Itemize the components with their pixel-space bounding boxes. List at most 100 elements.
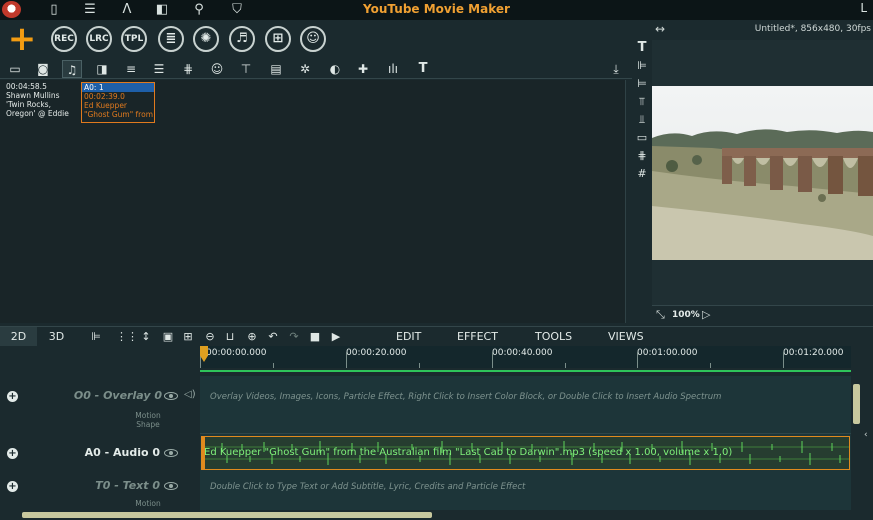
- zoom-out-icon[interactable]: ⊖: [202, 329, 218, 345]
- tab-2d[interactable]: 2D: [0, 327, 37, 347]
- ruler-label: 00:00:40.000: [492, 348, 553, 358]
- add-text-track-icon[interactable]: +: [7, 481, 18, 492]
- menu-edit[interactable]: EDIT: [396, 330, 421, 343]
- video-preview[interactable]: [652, 40, 873, 308]
- align-bottom-icon[interactable]: ⫫: [634, 112, 650, 128]
- timeline-vertical-scrollbar[interactable]: [851, 346, 863, 516]
- overlay-track-name[interactable]: O0 - Overlay 0: [74, 389, 162, 402]
- timeline-ruler[interactable]: 00:00:00.000 00:00:20.000 00:00:40.000 0…: [200, 346, 851, 368]
- text-track-lane[interactable]: Double Click to Type Text or Add Subtitl…: [200, 474, 851, 510]
- media-item-duration: 00:02:39.0: [84, 92, 125, 101]
- media-item-selected[interactable]: A0: 1 00:02:39.0 Ed Kuepper "Ghost Gum" …: [81, 82, 155, 123]
- title-tab-icon[interactable]: T: [413, 60, 433, 78]
- spectrum-tab-icon[interactable]: ılı: [383, 60, 403, 78]
- ruler-label: 00:00:20.000: [346, 348, 407, 358]
- text-tab-icon[interactable]: ≡: [121, 60, 141, 78]
- zoom-in-icon[interactable]: ⊕: [244, 329, 260, 345]
- pin-tab-icon[interactable]: ⊤: [236, 60, 256, 78]
- speaker-icon[interactable]: ◁): [184, 389, 196, 400]
- media-item-duration: 00:04:58.5: [6, 82, 47, 91]
- hash-icon[interactable]: #: [634, 166, 650, 182]
- visibility-eye-icon[interactable]: [164, 482, 178, 490]
- subtitle-button[interactable]: ⊞: [265, 26, 291, 52]
- add-media-button[interactable]: +: [7, 22, 37, 56]
- overlay-track-hint: Overlay Videos, Images, Icons, Particle …: [210, 392, 722, 402]
- media-item-title: Ed Kuepper: [84, 101, 128, 110]
- media-item-title: Shawn Mullins: [6, 91, 60, 100]
- tab-3d[interactable]: 3D: [38, 327, 75, 347]
- motion-label[interactable]: Motion: [128, 499, 168, 508]
- timeline-toolbar: 2D 3D ⊫ ⋮⋮ ↕ ▣ ⊞ ⊖ ⊔ ⊕ ↶ ↷ ■ ▶ EDIT EFFE…: [0, 326, 873, 347]
- visibility-eye-icon[interactable]: [164, 392, 178, 400]
- grid-icon[interactable]: ⋮⋮: [116, 329, 138, 345]
- scroll-thumb[interactable]: [22, 512, 432, 518]
- audio-clip-name: Ed Kuepper "Ghost Gum" from the Australi…: [204, 447, 733, 458]
- scroll-thumb[interactable]: [853, 384, 860, 424]
- motion-label[interactable]: Motion: [128, 411, 168, 420]
- media-library: 00:04:58.5 Shawn Mullins 'Twin Rocks, Or…: [0, 80, 626, 323]
- shrink-icon[interactable]: ⤡: [656, 308, 665, 322]
- redo-icon[interactable]: ↷: [286, 329, 302, 345]
- text-tool-icon[interactable]: T: [634, 40, 650, 56]
- music-button[interactable]: ♬: [229, 26, 255, 52]
- timeline-range-line: [200, 370, 851, 372]
- shape-label[interactable]: Shape: [128, 420, 168, 429]
- list-tab-icon[interactable]: ☰: [149, 60, 169, 78]
- text-track-hint: Double Click to Type Text or Add Subtitl…: [210, 482, 526, 492]
- align-top-icon[interactable]: ⫪: [634, 94, 650, 110]
- camera-tab-icon[interactable]: ◙: [33, 60, 53, 78]
- align-right-icon[interactable]: ⊨: [634, 76, 650, 92]
- grid-icon[interactable]: ⋕: [634, 148, 650, 164]
- vertical-resize-icon[interactable]: ↕: [138, 329, 154, 345]
- undo-icon[interactable]: ↶: [265, 329, 281, 345]
- frame-icon[interactable]: ▣: [160, 329, 176, 345]
- ruler-label: 00:00:00.000: [206, 348, 267, 358]
- media-item-title: "Ghost Gum" from: [84, 110, 153, 119]
- fit-icon[interactable]: ⊔: [222, 329, 238, 345]
- download-icon[interactable]: ⤓: [606, 60, 626, 78]
- split-icon[interactable]: ⊞: [180, 329, 196, 345]
- stop-icon[interactable]: ■: [307, 329, 323, 345]
- resize-arrows-icon[interactable]: ↔: [655, 22, 665, 36]
- particle-tab-icon[interactable]: ✲: [295, 60, 315, 78]
- menu-views[interactable]: VIEWS: [608, 330, 644, 343]
- text-track-name[interactable]: T0 - Text 0: [95, 479, 160, 492]
- zoom-level[interactable]: 100%: [672, 310, 700, 320]
- menu-effect[interactable]: EFFECT: [457, 330, 498, 343]
- add-audio-track-icon[interactable]: +: [7, 448, 18, 459]
- main-toolbar: + REC LRC TPL ≣ ✺ ♬ ⊞ ☺: [0, 20, 632, 60]
- list-button[interactable]: ≣: [158, 26, 184, 52]
- puzzle-tab-icon[interactable]: ✚: [353, 60, 373, 78]
- account-button[interactable]: ☺: [300, 26, 326, 52]
- collapse-chevron-icon[interactable]: ‹: [864, 430, 868, 440]
- visibility-eye-icon[interactable]: [164, 449, 178, 457]
- media-item-track: A0: 1: [82, 83, 154, 92]
- emoji-tab-icon[interactable]: ☺: [207, 60, 227, 78]
- media-item[interactable]: 00:04:58.5 Shawn Mullins 'Twin Rocks, Or…: [4, 82, 78, 123]
- subtitle-tab-icon[interactable]: ⋕: [178, 60, 198, 78]
- settings-button[interactable]: ✺: [193, 26, 219, 52]
- play-preview-icon[interactable]: ▷: [702, 308, 710, 321]
- align-icon[interactable]: ⊫: [88, 329, 104, 345]
- align-toolbar: T ⊫ ⊨ ⫪ ⫫ ▭ ⋕ #: [632, 38, 652, 323]
- ruler-label: 00:01:00.000: [637, 348, 698, 358]
- video-tab-icon[interactable]: ▭: [5, 60, 25, 78]
- timeline-horizontal-scrollbar[interactable]: [0, 510, 851, 520]
- overlay-track-lane[interactable]: Overlay Videos, Images, Icons, Particle …: [200, 376, 851, 434]
- menu-tools[interactable]: TOOLS: [535, 330, 572, 343]
- ruler-label: 00:01:20.000: [783, 348, 844, 358]
- play-icon[interactable]: ▶: [328, 329, 344, 345]
- minimize-icon[interactable]: L: [860, 1, 867, 15]
- align-left-icon[interactable]: ⊫: [634, 58, 650, 74]
- tpl-button[interactable]: TPL: [121, 26, 147, 52]
- frame-icon[interactable]: ▭: [634, 130, 650, 146]
- film-tab-icon[interactable]: ▤: [266, 60, 286, 78]
- rec-button[interactable]: REC: [51, 26, 77, 52]
- audio-clip[interactable]: Ed Kuepper "Ghost Gum" from the Australi…: [201, 436, 850, 470]
- audio-track-name[interactable]: A0 - Audio 0: [85, 446, 160, 459]
- contrast-tab-icon[interactable]: ◐: [325, 60, 345, 78]
- transition-tab-icon[interactable]: ◨: [92, 60, 112, 78]
- lrc-button[interactable]: LRC: [86, 26, 112, 52]
- music-tab-icon[interactable]: ♫: [62, 60, 82, 78]
- add-overlay-track-icon[interactable]: +: [7, 391, 18, 402]
